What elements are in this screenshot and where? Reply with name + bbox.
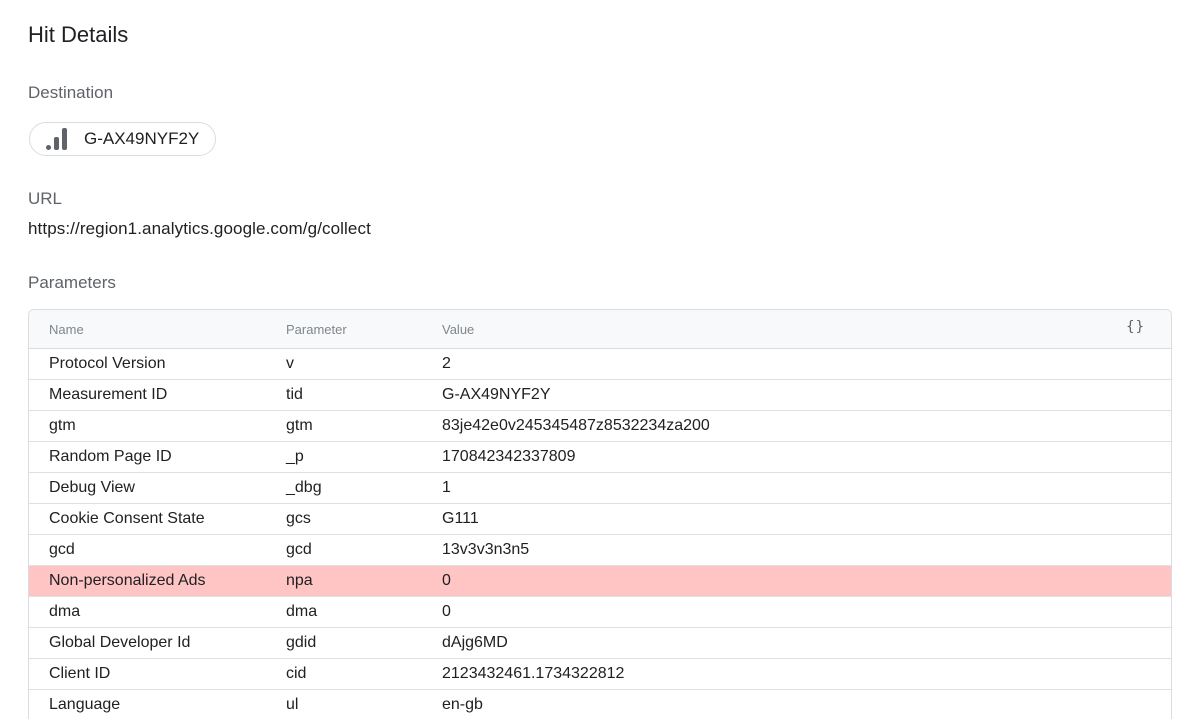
cell-parameter: _dbg [286, 479, 322, 496]
page-title: Hit Details [28, 22, 129, 47]
cell-parameter: dma [286, 603, 318, 620]
cell-name: Random Page ID [49, 448, 172, 465]
cell-value: dAjg6MD [442, 634, 508, 651]
url-label: URL [28, 189, 63, 208]
table-row: Global Developer Id gdid dAjg6MD [29, 628, 1171, 659]
cell-parameter: _p [286, 448, 304, 465]
cell-name: gcd [49, 541, 75, 558]
cell-value: en-gb [442, 696, 483, 713]
cell-name: dma [49, 603, 81, 620]
header-name: Name [49, 321, 84, 337]
analytics-bars-icon [46, 128, 70, 150]
cell-parameter: gdid [286, 634, 317, 651]
cell-value: 83je42e0v245345487z8532234za200 [442, 417, 710, 434]
table-row: dma dma 0 [29, 597, 1171, 628]
table-row: Debug View _dbg 1 [29, 473, 1171, 504]
table-row: Client ID cid 2123432461.1734322812 [29, 659, 1171, 690]
hit-details-page: Hit Details Destination G-AX49NYF2Y URL … [0, 0, 1200, 719]
cell-parameter: gtm [286, 417, 313, 434]
cell-name: Client ID [49, 665, 111, 682]
table-row: Measurement ID tid G-AX49NYF2Y [29, 380, 1171, 411]
cell-value: 0 [442, 572, 451, 589]
table-row: Non-personalized Ads npa 0 [29, 566, 1171, 597]
table-header: Name Parameter Value {} [29, 310, 1171, 349]
table-row: Cookie Consent State gcs G111 [29, 504, 1171, 535]
cell-name: Global Developer Id [49, 634, 191, 651]
cell-value: 0 [442, 603, 451, 620]
cell-name: gtm [49, 417, 76, 434]
cell-parameter: gcs [286, 510, 311, 527]
cell-value: G-AX49NYF2Y [442, 386, 551, 403]
table-row: Protocol Version v 2 [29, 349, 1171, 380]
parameters-label: Parameters [28, 273, 116, 292]
json-view-icon[interactable]: {} [1126, 319, 1145, 335]
cell-value: 2 [442, 355, 451, 372]
cell-name: Debug View [49, 479, 135, 496]
cell-name: Measurement ID [49, 386, 168, 403]
table-row: Random Page ID _p 170842342337809 [29, 442, 1171, 473]
table-row: gtm gtm 83je42e0v245345487z8532234za200 [29, 411, 1171, 442]
cell-name: Language [49, 696, 121, 713]
header-parameter: Parameter [286, 321, 347, 337]
table-row: Language ul en-gb [29, 690, 1171, 719]
cell-parameter: ul [286, 696, 299, 713]
destination-label: Destination [28, 83, 114, 102]
cell-value: 170842342337809 [442, 448, 576, 465]
cell-name: Cookie Consent State [49, 510, 205, 527]
url-value: https://region1.analytics.google.com/g/c… [28, 219, 371, 238]
table-row: gcd gcd 13v3v3n3n5 [29, 535, 1171, 566]
cell-parameter: cid [286, 665, 307, 682]
table-body: Protocol Version v 2 Measurement ID tid G-AX4… [29, 349, 1171, 719]
cell-value: 13v3v3n3n5 [442, 541, 530, 558]
parameters-table: Name Parameter Value {} Protocol Version… [28, 309, 1172, 719]
cell-parameter: tid [286, 386, 303, 403]
header-value: Value [442, 321, 475, 337]
cell-value: 2123432461.1734322812 [442, 665, 625, 682]
cell-parameter: gcd [286, 541, 312, 558]
cell-value: 1 [442, 479, 451, 496]
cell-value: G111 [442, 510, 479, 527]
cell-parameter: npa [286, 572, 313, 589]
cell-parameter: v [286, 355, 294, 372]
destination-id: G-AX49NYF2Y [84, 129, 200, 148]
destination-chip[interactable]: G-AX49NYF2Y [29, 122, 217, 156]
cell-name: Non-personalized Ads [49, 572, 206, 589]
cell-name: Protocol Version [49, 355, 166, 372]
